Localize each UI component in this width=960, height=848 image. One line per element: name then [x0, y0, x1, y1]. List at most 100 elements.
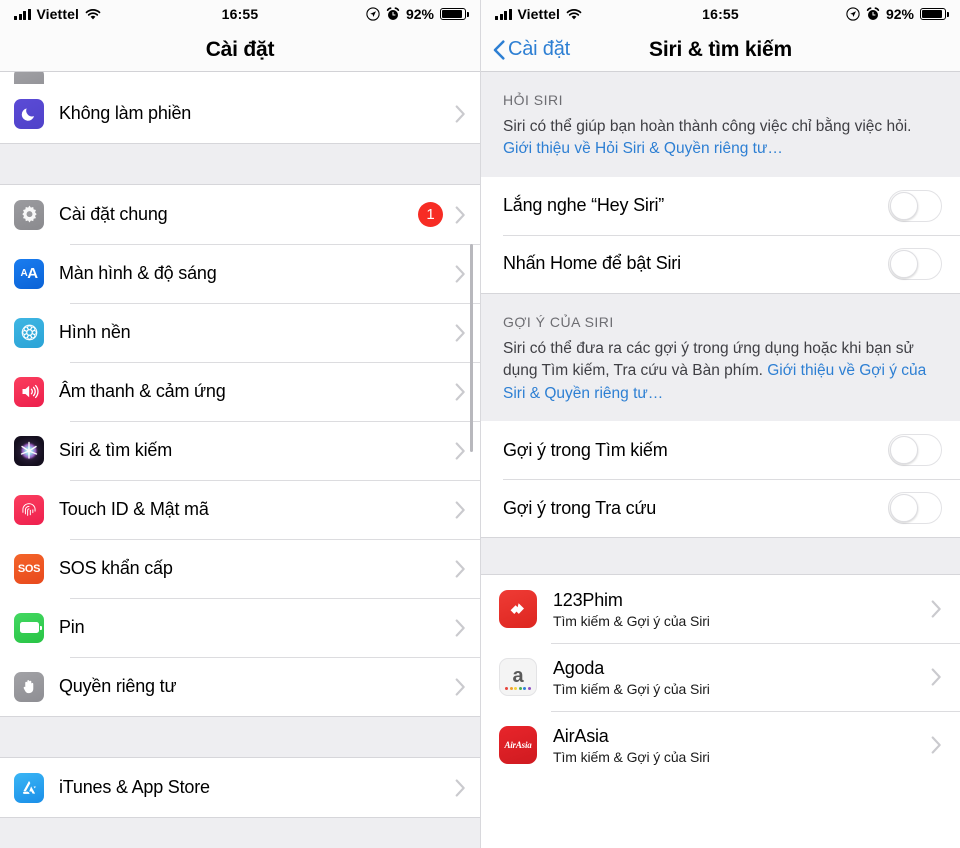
list-item-clipped[interactable]: [0, 72, 480, 84]
chevron-right-icon: [455, 500, 465, 519]
nav-bar-right: Cài đặt Siri & tìm kiếm: [481, 28, 960, 72]
chevron-right-icon: [455, 323, 465, 342]
location-arrow-icon: [846, 7, 860, 21]
sidebar-item-label: Màn hình & độ sáng: [59, 263, 217, 283]
sidebar-item-label: Âm thanh & cảm ứng: [59, 381, 226, 401]
battery-icon: [440, 8, 469, 20]
chevron-right-icon: [455, 264, 465, 283]
chevron-right-icon: [455, 618, 465, 637]
list-section-gap: [0, 716, 480, 758]
sidebar-item-touch-id-passcode[interactable]: Touch ID & Mật mã: [0, 480, 480, 539]
sidebar-item-label: Touch ID & Mật mã: [59, 499, 209, 519]
alarm-clock-icon: [866, 7, 880, 20]
list-item[interactable]: a Agoda Tìm kiếm & Gợi ý của Siri: [481, 643, 960, 712]
chevron-right-icon: [931, 736, 941, 754]
row-hey-siri[interactable]: Lắng nghe “Hey Siri”: [481, 176, 960, 235]
chevron-right-icon: [455, 778, 465, 797]
back-button[interactable]: Cài đặt: [493, 38, 570, 61]
chevron-right-icon: [455, 559, 465, 578]
sidebar-item-privacy[interactable]: Quyền riêng tư: [0, 657, 480, 716]
chevron-right-icon: [931, 668, 941, 686]
ask-siri-description-text: Siri có thể giúp bạn hoàn thành công việ…: [503, 118, 912, 135]
nav-bar-left: Cài đặt: [0, 28, 480, 72]
chevron-right-icon: [455, 382, 465, 401]
sidebar-item-battery[interactable]: Pin: [0, 598, 480, 657]
sidebar-item-do-not-disturb[interactable]: Không làm phiền: [0, 84, 480, 143]
sidebar-item-emergency-sos[interactable]: SOS SOS khẩn cấp: [0, 539, 480, 598]
sidebar-item-label: Quyền riêng tư: [59, 676, 177, 696]
toggle-knob: [890, 436, 918, 465]
status-badge: 1: [418, 202, 443, 227]
aa-text-size-icon: AA: [14, 258, 44, 289]
section-header-siri-suggestions: GỢI Ý CỦA SIRI: [481, 292, 960, 338]
gear-icon: [14, 199, 44, 230]
app-name: 123Phim: [553, 589, 623, 610]
list-item-text: AirAsia Tìm kiếm & Gợi ý của Siri: [553, 726, 931, 765]
dual-screenshot: Viettel 16:55 92% Cài đặt Không làm phiề…: [0, 0, 960, 848]
location-arrow-icon: [366, 7, 380, 21]
sidebar-item-display-brightness[interactable]: AA Màn hình & độ sáng: [0, 244, 480, 303]
list-item[interactable]: AirAsia AirAsia Tìm kiếm & Gợi ý của Sir…: [481, 711, 960, 780]
sidebar-item-label: Cài đặt chung: [59, 204, 168, 224]
status-bar-right: Viettel 16:55 92%: [481, 0, 960, 28]
list-section-gap: [0, 143, 480, 185]
hey-siri-toggle[interactable]: [888, 189, 942, 222]
press-home-siri-toggle[interactable]: [888, 247, 942, 280]
status-bar-left: Viettel 16:55 92%: [0, 0, 480, 28]
settings-list: Không làm phiền Cài đặt chung 1 AA Màn h…: [0, 72, 480, 848]
moon-icon: [14, 98, 44, 129]
hand-icon: [14, 671, 44, 702]
battery-percent-label: 92%: [885, 6, 914, 22]
sidebar-item-siri-search[interactable]: Siri & tìm kiếm: [0, 421, 480, 480]
chevron-right-icon: [455, 205, 465, 224]
sidebar-item-label: Hình nền: [59, 322, 131, 342]
battery-percent-label: 92%: [405, 6, 434, 22]
row-label: Gợi ý trong Tra cứu: [503, 497, 657, 518]
list-item-text: Agoda Tìm kiếm & Gợi ý của Siri: [553, 658, 931, 697]
row-press-home-for-siri[interactable]: Nhấn Home để bật Siri: [481, 234, 960, 293]
sidebar-item-wallpaper[interactable]: Hình nền: [0, 303, 480, 362]
chevron-right-icon: [455, 104, 465, 123]
sidebar-item-label: iTunes & App Store: [59, 777, 210, 797]
app-name: Agoda: [553, 657, 605, 678]
vertical-scrollbar[interactable]: [470, 244, 473, 452]
row-label: Lắng nghe “Hey Siri”: [503, 195, 665, 216]
suggestions-in-search-toggle[interactable]: [888, 434, 942, 467]
sidebar-item-general[interactable]: Cài đặt chung 1: [0, 185, 480, 244]
fingerprint-icon: [14, 494, 44, 525]
list-item[interactable]: 123Phim Tìm kiếm & Gợi ý của Siri: [481, 575, 960, 644]
row-suggestions-in-lookup[interactable]: Gợi ý trong Tra cứu: [481, 479, 960, 538]
ask-siri-privacy-link[interactable]: Giới thiệu về Hỏi Siri & Quyền riêng tư…: [503, 140, 783, 157]
sidebar-item-label: Siri & tìm kiếm: [59, 440, 173, 460]
list-section-gap: [481, 537, 960, 576]
sidebar-item-label: SOS khẩn cấp: [59, 558, 173, 578]
chevron-right-icon: [455, 441, 465, 460]
back-button-label: Cài đặt: [508, 38, 570, 60]
123phim-app-icon: [499, 590, 537, 629]
section-header-ask-siri: HỎI SIRI: [481, 72, 960, 116]
chevron-left-icon: [493, 39, 505, 60]
app-name: AirAsia: [553, 725, 609, 746]
siri-search-panel: Viettel 16:55 92% Cài đặt Siri & tìm kiế…: [480, 0, 960, 848]
sidebar-item-sounds-haptics[interactable]: Âm thanh & cảm ứng: [0, 362, 480, 421]
sidebar-item-label: Pin: [59, 617, 85, 637]
list-section-gap: [0, 817, 480, 848]
suggestions-in-lookup-toggle[interactable]: [888, 492, 942, 525]
row-label: Nhấn Home để bật Siri: [503, 253, 681, 274]
battery-icon: [920, 8, 949, 20]
airasia-app-icon: AirAsia: [499, 726, 537, 765]
wallpaper-flower-icon: [14, 317, 44, 348]
siri-icon: [14, 435, 44, 466]
row-label: Gợi ý trong Tìm kiếm: [503, 439, 668, 460]
toggle-knob: [890, 191, 918, 220]
app-subtitle: Tìm kiếm & Gợi ý của Siri: [553, 680, 710, 697]
status-bar-right-group: 92%: [366, 6, 469, 22]
agoda-app-icon: a: [499, 658, 537, 697]
sidebar-item-itunes-app-store[interactable]: iTunes & App Store: [0, 758, 480, 817]
app-subtitle: Tìm kiếm & Gợi ý của Siri: [553, 612, 710, 629]
row-suggestions-in-search[interactable]: Gợi ý trong Tìm kiếm: [481, 421, 960, 480]
app-subtitle: Tìm kiếm & Gợi ý của Siri: [553, 748, 710, 765]
agoda-dots: [505, 687, 531, 691]
list-item-text: 123Phim Tìm kiếm & Gợi ý của Siri: [553, 590, 931, 629]
app-store-icon: [14, 772, 44, 803]
